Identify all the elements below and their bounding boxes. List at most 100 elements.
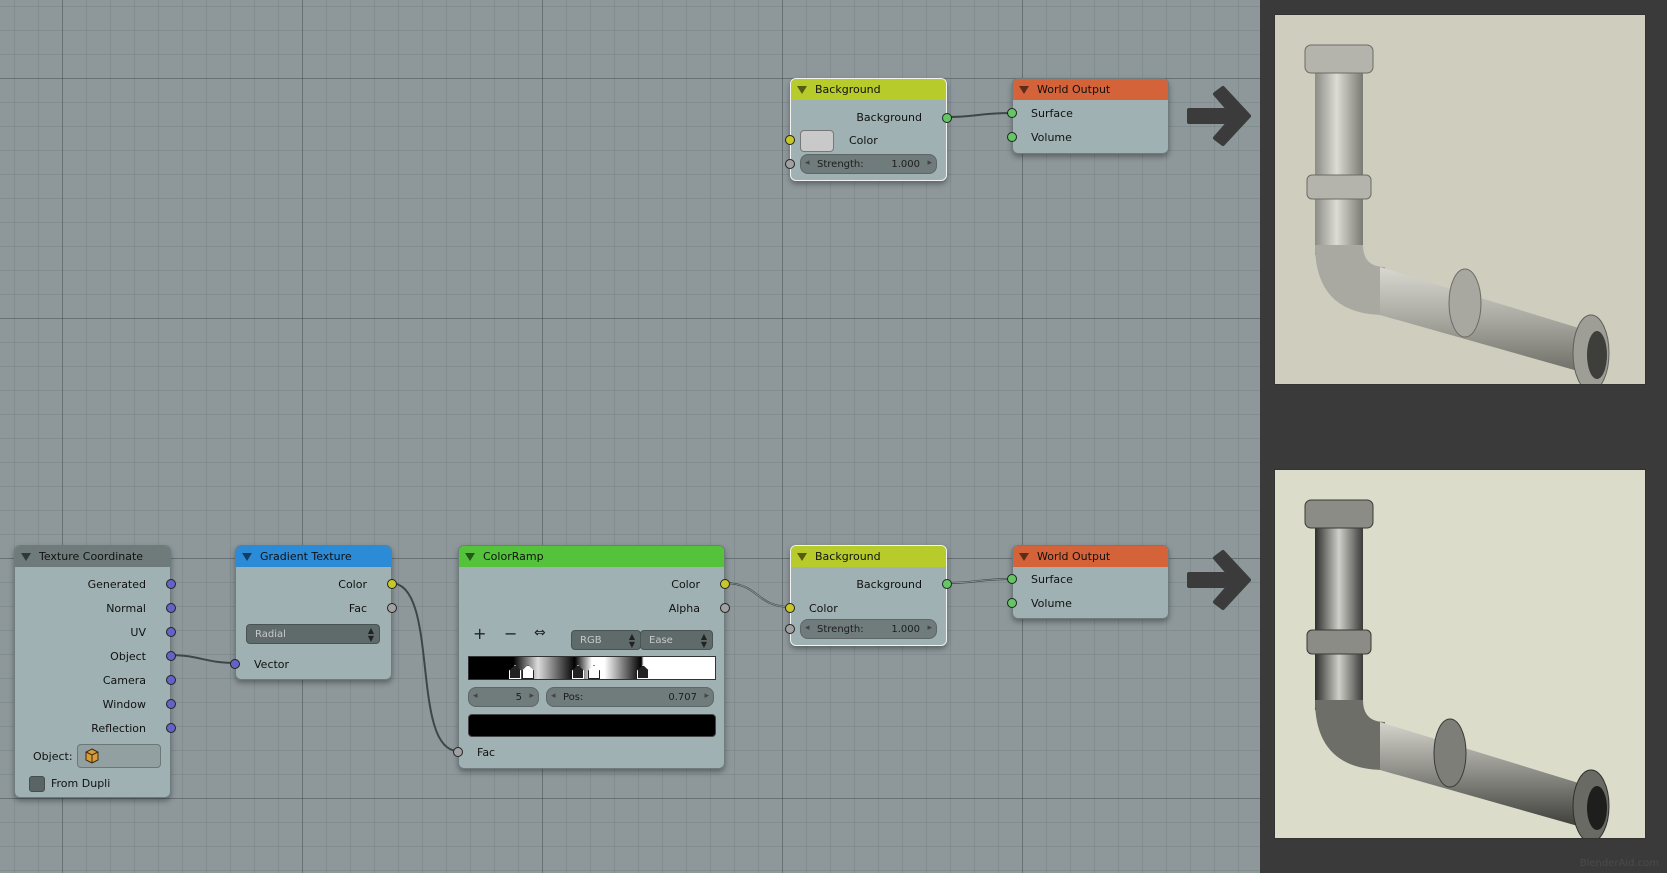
color-stop-handle-active[interactable]: [637, 665, 649, 679]
collapse-icon[interactable]: [1019, 85, 1029, 94]
background-node-bottom[interactable]: Background Background Color ◂ Strength: …: [785, 545, 952, 646]
stop-index-field[interactable]: ◂ 5 ▸: [468, 687, 539, 707]
color-label: Color: [849, 134, 878, 147]
input-socket-strength[interactable]: [785, 624, 795, 634]
color-stop-handle[interactable]: [588, 665, 600, 679]
interpolation-dropdown[interactable]: Ease ▲ ▼: [640, 630, 713, 650]
socket-camera[interactable]: [166, 675, 176, 685]
flip-icon[interactable]: ⇔: [534, 625, 546, 641]
render-preview-top: [1274, 14, 1646, 392]
collapse-icon[interactable]: [1019, 552, 1029, 561]
world-output-node-top[interactable]: World Output Surface Volume: [1007, 78, 1169, 154]
increment-icon[interactable]: ▸: [927, 158, 932, 168]
increment-icon[interactable]: ▸: [529, 691, 534, 701]
socket-fac[interactable]: [387, 603, 397, 613]
socket-color[interactable]: [387, 579, 397, 589]
object-field[interactable]: [77, 744, 161, 768]
output-alpha: Alpha: [668, 602, 700, 615]
texture-coordinate-node[interactable]: Texture Coordinate Generated Normal UV O…: [14, 545, 176, 798]
socket-generated[interactable]: [166, 579, 176, 589]
volume-label: Volume: [1031, 131, 1072, 144]
color-ramp-bar[interactable]: [468, 656, 716, 680]
link-color-to-fac: [390, 582, 459, 752]
gradient-texture-node[interactable]: Gradient Texture Color Fac Radial ▲ ▼ Vec…: [230, 545, 397, 680]
world-output-node-bottom[interactable]: World Output Surface Volume: [1007, 545, 1169, 619]
strength-field[interactable]: ◂ Strength: 1.000 ▸: [800, 619, 937, 639]
updown-icon: ▲ ▼: [367, 626, 374, 643]
collapse-icon[interactable]: [797, 552, 807, 561]
decrement-icon[interactable]: ◂: [805, 158, 810, 168]
updown-icon: ▲ ▼: [628, 632, 635, 649]
node-header[interactable]: Background: [791, 546, 946, 567]
collapse-icon[interactable]: [21, 552, 31, 561]
output-normal: Normal: [106, 602, 146, 615]
node-header[interactable]: Background: [791, 79, 946, 100]
stop-position-field[interactable]: ◂ Pos: 0.707 ▸: [546, 687, 714, 707]
decrement-icon[interactable]: ◂: [551, 691, 556, 701]
collapse-icon[interactable]: [465, 552, 475, 561]
color-stop-handle[interactable]: [522, 665, 534, 679]
output-window: Window: [102, 698, 146, 711]
input-socket-strength[interactable]: [785, 159, 795, 169]
output-generated: Generated: [87, 578, 146, 591]
socket-uv[interactable]: [166, 627, 176, 637]
socket-reflection[interactable]: [166, 723, 176, 733]
socket-window[interactable]: [166, 699, 176, 709]
socket-normal[interactable]: [166, 603, 176, 613]
output-label: Background: [856, 111, 922, 124]
node-title: Texture Coordinate: [39, 550, 144, 563]
input-socket-surface[interactable]: [1007, 574, 1017, 584]
link-object-to-vector: [168, 654, 236, 664]
input-socket-color[interactable]: [785, 135, 795, 145]
input-socket-volume[interactable]: [1007, 598, 1017, 608]
node-header[interactable]: Texture Coordinate: [15, 546, 170, 567]
node-header[interactable]: World Output: [1013, 79, 1168, 100]
vector-label: Vector: [254, 658, 290, 671]
strength-field[interactable]: ◂ Strength: 1.000 ▸: [800, 154, 937, 174]
output-socket-background[interactable]: [942, 113, 952, 123]
from-dupli-label: From Dupli: [51, 777, 111, 790]
decrement-icon[interactable]: ◂: [805, 623, 810, 633]
socket-vector[interactable]: [230, 659, 240, 669]
socket-object[interactable]: [166, 651, 176, 661]
decrement-icon[interactable]: ◂: [473, 691, 478, 701]
arrow-right-icon: [1187, 550, 1251, 610]
increment-icon[interactable]: ▸: [927, 623, 932, 633]
colorramp-node[interactable]: ColorRamp Color Alpha + − ⇔ RGB ▲ ▼ Ease …: [453, 545, 730, 769]
volume-label: Volume: [1031, 597, 1072, 610]
collapse-icon[interactable]: [242, 552, 252, 561]
input-socket-surface[interactable]: [1007, 108, 1017, 118]
surface-label: Surface: [1031, 107, 1073, 120]
socket-fac[interactable]: [453, 747, 463, 757]
color-stop-handle[interactable]: [509, 665, 521, 679]
node-header[interactable]: World Output: [1013, 546, 1168, 567]
pipe-render-image: [1304, 44, 1610, 392]
output-object: Object: [110, 650, 146, 663]
node-editor[interactable]: Background Background Color ◂ Strength: …: [0, 0, 1260, 873]
color-mode-dropdown[interactable]: RGB ▲ ▼: [571, 630, 641, 650]
render-preview-bottom: [1274, 469, 1646, 843]
input-socket-color[interactable]: [785, 603, 795, 613]
node-header[interactable]: ColorRamp: [459, 546, 724, 567]
minus-icon[interactable]: −: [504, 624, 517, 643]
socket-color[interactable]: [720, 579, 730, 589]
node-title: World Output: [1037, 550, 1111, 563]
increment-icon[interactable]: ▸: [704, 691, 709, 701]
stop-color-swatch[interactable]: [468, 714, 716, 737]
output-uv: UV: [130, 626, 146, 639]
input-socket-volume[interactable]: [1007, 132, 1017, 142]
from-dupli-checkbox[interactable]: [29, 776, 45, 792]
output-fac: Fac: [348, 602, 367, 615]
color-stop-handle[interactable]: [572, 665, 584, 679]
collapse-icon[interactable]: [797, 85, 807, 94]
background-node-top[interactable]: Background Background Color ◂ Strength: …: [785, 78, 952, 181]
gradient-type-dropdown[interactable]: Radial ▲ ▼: [246, 624, 380, 644]
color-swatch[interactable]: [800, 130, 834, 152]
output-label: Background: [856, 578, 922, 591]
node-title: Background: [815, 83, 881, 96]
color-label: Color: [809, 602, 838, 615]
plus-icon[interactable]: +: [473, 624, 486, 643]
socket-alpha[interactable]: [720, 603, 730, 613]
node-header[interactable]: Gradient Texture: [236, 546, 391, 567]
output-socket-background[interactable]: [942, 579, 952, 589]
